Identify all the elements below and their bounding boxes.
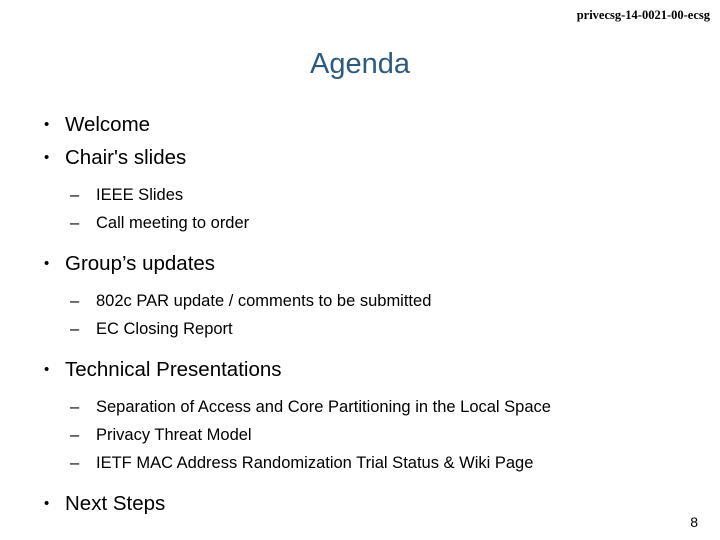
bullet-dot-icon: • xyxy=(44,361,50,378)
bullet-dash-icon: – xyxy=(70,398,80,416)
outline-spacer xyxy=(0,386,720,393)
bullet-dot-icon: • xyxy=(44,255,50,272)
outline-spacer xyxy=(0,280,720,287)
outline-item-level1: • Chair's slides xyxy=(0,141,720,174)
slide-header-document-id: privecsg-14-0021-00-ecsg xyxy=(576,8,710,22)
outline-item-label: Next Steps xyxy=(65,492,166,515)
outline-item-level1: • Next Steps xyxy=(0,487,720,520)
bullet-dash-icon: – xyxy=(70,292,80,310)
outline-item-level2: – Privacy Threat Model xyxy=(0,421,720,449)
outline-item-label: Call meeting to order xyxy=(96,214,250,232)
outline-item-level2: – IEEE Slides xyxy=(0,181,720,209)
bullet-dash-icon: – xyxy=(70,214,80,232)
slide-title: Agenda xyxy=(310,48,410,80)
outline-item-label: Separation of Access and Core Partitioni… xyxy=(96,398,551,416)
bullet-dot-icon: • xyxy=(44,495,50,512)
slide-body-outline: • Welcome • Chair's slides – IEEE Slides – Call… xyxy=(0,108,720,520)
bullet-dash-icon: – xyxy=(70,426,80,444)
outline-item-level2: –802c PAR update / comments to be submit… xyxy=(0,287,720,315)
outline-item-label: Technical Presentations xyxy=(65,358,282,381)
outline-spacer xyxy=(0,174,720,181)
outline-item-level2: – Separation of Access and Core Partition… xyxy=(0,393,720,421)
outline-item-level2: – Call meeting to order xyxy=(0,209,720,237)
outline-item-label: Welcome xyxy=(65,113,151,136)
outline-spacer xyxy=(0,237,720,247)
outline-item-label: Group’s updates xyxy=(65,252,216,275)
outline-item-level1: • Group’s updates xyxy=(0,247,720,280)
outline-item-label: Privacy Threat Model xyxy=(96,426,252,444)
bullet-dash-icon: – xyxy=(70,320,80,338)
bullet-dash-icon: – xyxy=(70,186,80,204)
outline-item-level1: • Welcome xyxy=(0,108,720,141)
outline-item-label: IETF MAC Address Randomization Trial Sta… xyxy=(96,454,534,472)
outline-item-label: IEEE Slides xyxy=(96,186,184,204)
outline-item-level2: – EC Closing Report xyxy=(0,315,720,343)
outline-item-label: EC Closing Report xyxy=(96,320,233,338)
outline-item-label: 802c PAR update / comments to be submitt… xyxy=(96,292,432,310)
outline-spacer xyxy=(0,343,720,353)
page-number: 8 xyxy=(690,514,698,530)
bullet-dot-icon: • xyxy=(44,149,50,166)
bullet-dash-icon: – xyxy=(70,454,80,472)
outline-item-level1: • Technical Presentations xyxy=(0,353,720,386)
outline-item-level2: – IETF MAC Address Randomization Trial St… xyxy=(0,449,720,477)
outline-spacer xyxy=(0,477,720,487)
bullet-dot-icon: • xyxy=(44,116,50,133)
slide-canvas: privecsg-14-0021-00-ecsg Agenda • Welcome… xyxy=(0,0,720,540)
outline-item-label: Chair's slides xyxy=(65,146,187,169)
